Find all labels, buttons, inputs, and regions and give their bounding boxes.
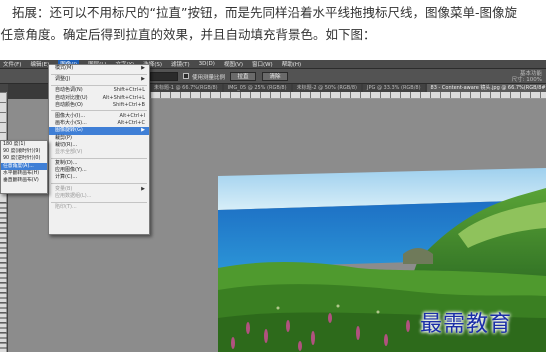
menu-item-trap: 陷印(T)...	[55, 204, 77, 210]
clear-button[interactable]: 清除	[262, 72, 288, 81]
document-tab-active[interactable]: 83 - Content-aware 镜头.jpg @ 66.7%(RGB/8#…	[426, 84, 546, 92]
menu-view[interactable]: 视图(V)	[224, 60, 243, 68]
menu-window[interactable]: 窗口(W)	[252, 60, 273, 68]
menu-file[interactable]: 文件(F)	[3, 60, 21, 68]
submenu-item-90-ccw[interactable]: 90 度(逆时针)(0)	[1, 155, 47, 162]
document-tabs: 未标题-1 @ 66.7%(RGB/8) IMG_05 @ 25% (RGB/8…	[150, 84, 546, 92]
menu-separator	[51, 110, 147, 112]
zoom-label: 尺寸: 100%	[511, 77, 542, 83]
menu-separator	[51, 157, 147, 159]
submenu-item-flip-horizontal[interactable]: 水平翻转画布(H)	[1, 170, 47, 177]
horizontal-ruler[interactable]	[150, 92, 546, 99]
document-tab[interactable]: 未标题-1 @ 66.7%(RGB/8)	[150, 84, 222, 92]
submenu-item-180[interactable]: 180 度(1)	[1, 141, 47, 148]
image-menu-dropdown: 模式(M) ▶ 调整(J) ▶ 自动色调(N) Shift+Ctrl+L 自动对比度(…	[48, 64, 150, 235]
menu-item-auto-contrast[interactable]: 自动对比度(U) Alt+Shift+Ctrl+L	[49, 95, 149, 102]
menu-separator	[51, 73, 147, 75]
document-tab[interactable]: IMG_05 @ 25% (RGB/8)	[223, 84, 291, 92]
workspace-info: 基本功能 尺寸: 100%	[512, 71, 542, 83]
menu-separator	[51, 84, 147, 86]
article-line-1: 拓展：还可以不用标尺的“拉直”按钮，而是先同样沿着水平线拖拽标尺线，图像菜单-图…	[12, 5, 517, 20]
use-measure-scale-checkbox[interactable]	[183, 73, 189, 79]
menu-3d[interactable]: 3D(D)	[199, 61, 215, 67]
use-measure-scale-label: 使用测量比例	[192, 75, 226, 81]
submenu-item-flip-vertical[interactable]: 垂直翻转画布(V)	[1, 177, 47, 184]
menu-separator	[51, 183, 147, 185]
straighten-button[interactable]: 拉直	[230, 72, 256, 81]
menu-item-calculations[interactable]: 计算(C)...	[49, 174, 149, 181]
menu-item-apply-data-set: 应用数据组(L)...	[55, 192, 92, 199]
menu-filter[interactable]: 滤镜(T)	[171, 60, 190, 68]
menu-item-mode[interactable]: 模式(M) ▶	[49, 65, 149, 72]
menu-help[interactable]: 帮助(H)	[282, 60, 301, 68]
menu-item-image-rotation[interactable]: 图像旋转(G) ▶	[49, 127, 149, 135]
angle-field[interactable]	[150, 72, 178, 81]
menu-edit[interactable]: 编辑(E)	[30, 60, 49, 68]
menu-item-crop[interactable]: 裁剪(P)	[49, 135, 149, 142]
submenu-item-90-cw[interactable]: 90 度(顺时针)(9)	[1, 148, 47, 155]
menu-item-adjustments[interactable]: 调整(J) ▶	[49, 76, 149, 83]
menu-separator	[51, 201, 147, 203]
menu-item-auto-tone[interactable]: 自动色调(N) Shift+Ctrl+L	[49, 87, 149, 94]
article-line-2: -任意角度。确定后得到拉直的效果，并且自动填充背景色。如下图：	[0, 27, 376, 42]
menu-item-reveal-all: 显示全部(V)	[55, 148, 83, 155]
menu-item-variables: 变量(B) ▶	[55, 185, 145, 192]
menu-item-trim[interactable]: 裁切(R)...	[49, 142, 149, 149]
article-text: 拓展：还可以不用标尺的“拉直”按钮，而是先同样沿着水平线拖拽标尺线，图像菜单-图…	[0, 0, 546, 60]
watermark-text: 最需教育	[420, 312, 513, 337]
menu-item-auto-color[interactable]: 自动颜色(O) Shift+Ctrl+B	[49, 102, 149, 109]
document-tab[interactable]: JPG @ 33.3% (RGB/8)	[362, 84, 425, 92]
image-rotation-submenu: 180 度(1) 90 度(顺时针)(9) 90 度(逆时针)(0) 任意角度(…	[0, 140, 48, 194]
ruler-guide	[0, 202, 7, 352]
document-tab[interactable]: 未标题-2 @ 50% (RGB/8)	[292, 84, 361, 92]
submenu-item-arbitrary[interactable]: 任意角度(A)...	[1, 162, 47, 170]
